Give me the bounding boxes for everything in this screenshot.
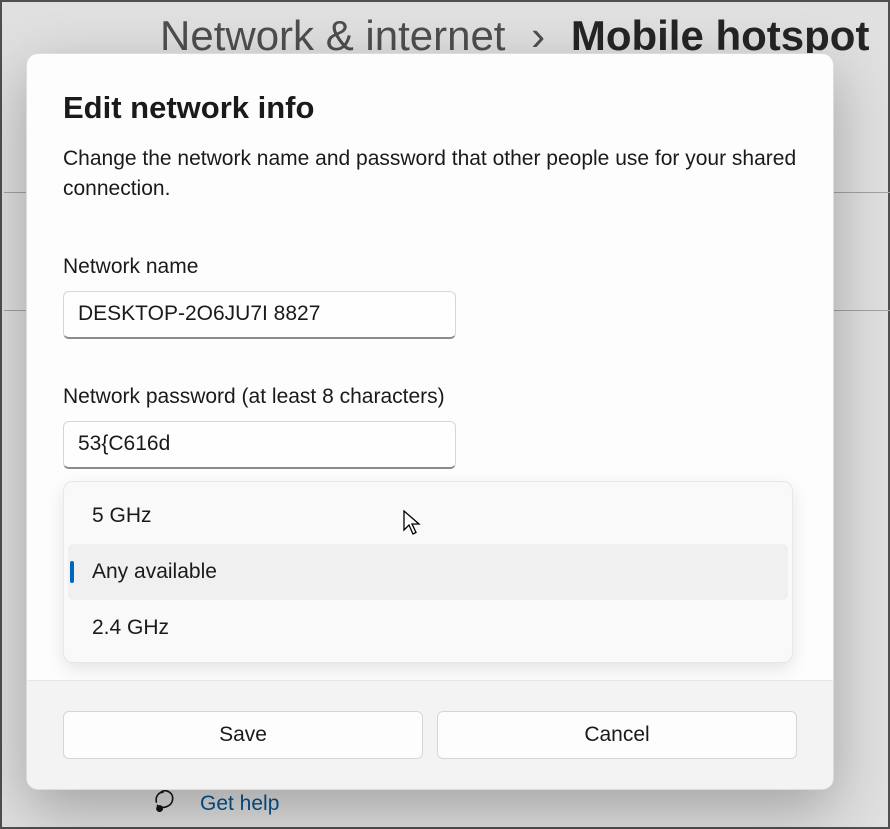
network-password-label: Network password (at least 8 characters) — [63, 385, 797, 409]
network-password-input[interactable] — [63, 421, 456, 469]
dialog-title: Edit network info — [63, 90, 797, 126]
network-name-group: Network name — [63, 255, 797, 339]
network-name-label: Network name — [63, 255, 797, 279]
network-name-input[interactable] — [63, 291, 456, 339]
dropdown-option-24ghz[interactable]: 2.4 GHz — [68, 600, 788, 656]
cancel-button[interactable]: Cancel — [437, 711, 797, 759]
network-band-dropdown[interactable]: 5 GHz Any available 2.4 GHz — [63, 481, 793, 663]
dropdown-option-any-available[interactable]: Any available — [68, 544, 788, 600]
edit-network-info-dialog: Edit network info Change the network nam… — [26, 53, 834, 790]
dialog-description: Change the network name and password tha… — [63, 144, 797, 205]
network-password-group: Network password (at least 8 characters) — [63, 385, 797, 469]
dialog-footer: Save Cancel — [27, 680, 833, 789]
dropdown-option-5ghz[interactable]: 5 GHz — [68, 488, 788, 544]
save-button[interactable]: Save — [63, 711, 423, 759]
